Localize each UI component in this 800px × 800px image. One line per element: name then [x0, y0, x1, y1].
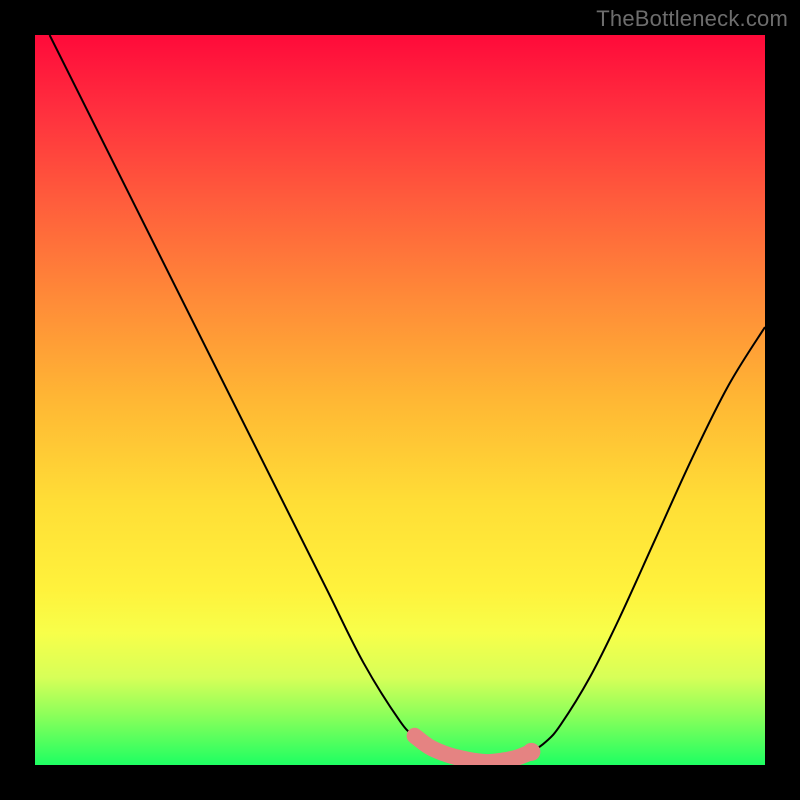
chart-frame: TheBottleneck.com: [0, 0, 800, 800]
highlight-segment: [415, 736, 532, 762]
plot-area: [35, 35, 765, 765]
highlight-endpoint-dot: [522, 743, 540, 761]
curve-overlay: [35, 35, 765, 765]
bottleneck-curve: [50, 35, 765, 762]
watermark-text: TheBottleneck.com: [596, 6, 788, 32]
